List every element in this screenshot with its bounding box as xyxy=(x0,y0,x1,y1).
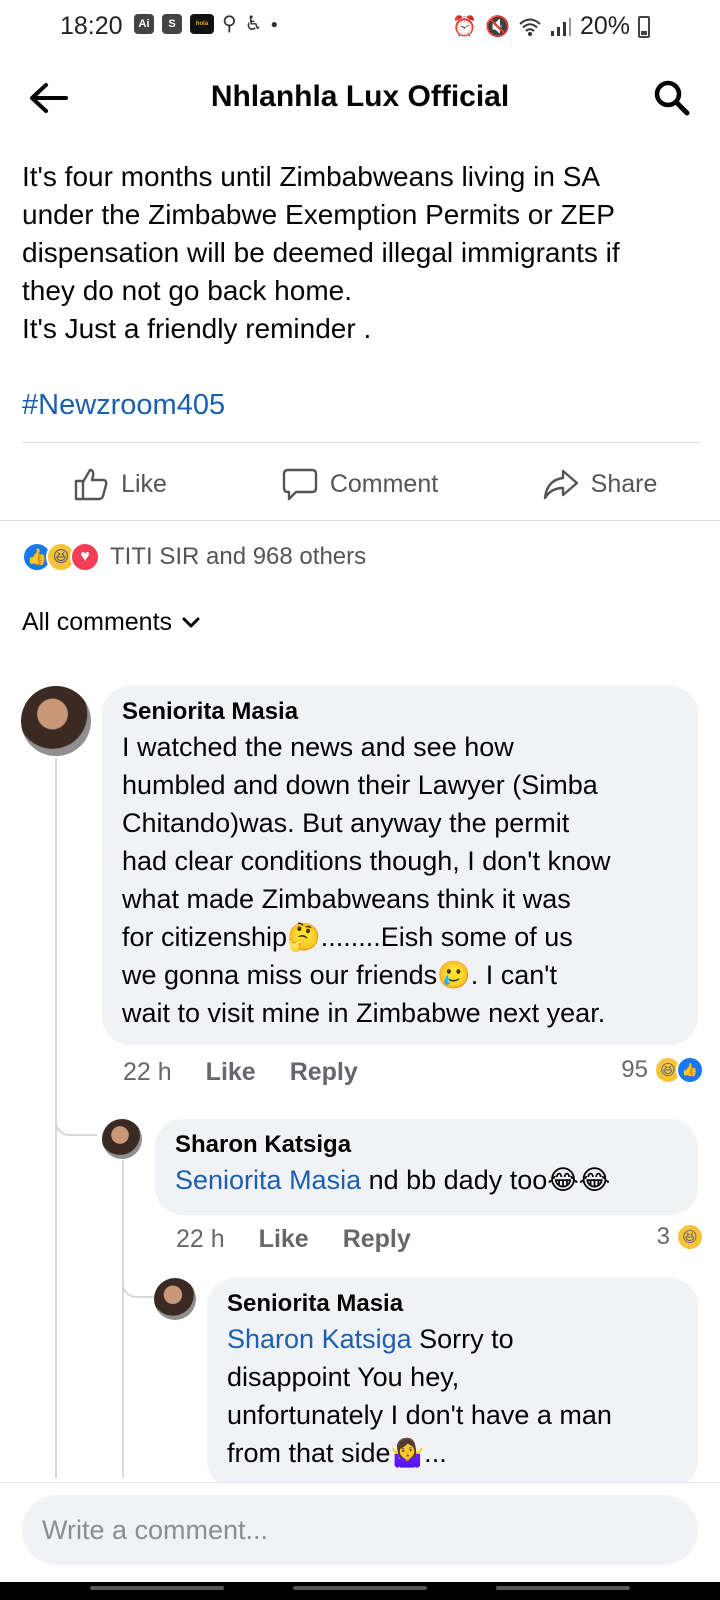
comment-icon xyxy=(282,468,318,501)
avatar[interactable] xyxy=(102,1119,142,1159)
comment-reactions[interactable]: 95 😆 👍 xyxy=(621,1056,704,1084)
thread-connector xyxy=(55,1096,97,1136)
wifi-icon xyxy=(519,18,541,36)
share-button[interactable]: Share xyxy=(480,452,720,516)
thread-line xyxy=(122,1160,124,1478)
accessibility-icon: ♿ xyxy=(244,13,263,35)
comments-filter-label: All comments xyxy=(22,608,173,636)
mention-link[interactable]: Sharon Katsiga xyxy=(227,1324,412,1354)
comment-author[interactable]: Seniorita Masia xyxy=(122,698,678,726)
divider xyxy=(22,442,700,443)
reactions-summary[interactable]: 👍 😆 ♥ TITI SIR and 968 others xyxy=(22,542,366,572)
chevron-down-icon xyxy=(182,617,200,627)
reply-like-button[interactable]: Like xyxy=(259,1225,309,1254)
system-icons: ⏰ 🔇 20% xyxy=(452,12,650,41)
battery-icon xyxy=(638,15,650,38)
hashtag-link[interactable]: #Newzroom405 xyxy=(22,389,225,422)
post-body: It's four months until Zimbabweans livin… xyxy=(22,161,620,344)
search-icon xyxy=(654,80,690,116)
reply-author[interactable]: Seniorita Masia xyxy=(227,1290,678,1318)
comment-time: 22 h xyxy=(123,1058,172,1086)
reply-text: Sharon Katsiga Sorry to disappoint You h… xyxy=(227,1320,678,1472)
thumbs-up-icon xyxy=(74,468,108,501)
system-nav-bar xyxy=(0,1582,720,1600)
comment-input[interactable] xyxy=(22,1495,698,1565)
reply-reply-button[interactable]: Reply xyxy=(343,1225,411,1254)
notification-icons: Ai S hola ⚲ ♿ ● xyxy=(134,14,278,34)
comment-bubble: Seniorita Masia I watched the news and s… xyxy=(102,686,698,1045)
like-label: Like xyxy=(121,469,167,498)
ai-app-icon: Ai xyxy=(134,14,154,34)
reply-text: Seniorita Masia nd bb dady too😂😂 xyxy=(175,1161,678,1199)
post-actions: Like Comment Share xyxy=(0,452,720,516)
comment-label: Comment xyxy=(329,469,439,498)
nav-home-handle[interactable] xyxy=(293,1586,427,1590)
comments-filter-dropdown[interactable]: All comments xyxy=(22,608,200,637)
comment-composer xyxy=(0,1482,720,1582)
like-button[interactable]: Like xyxy=(0,452,240,516)
reply-author[interactable]: Sharon Katsiga xyxy=(175,1131,678,1159)
comment-button[interactable]: Comment xyxy=(240,452,480,516)
more-dot-icon: ● xyxy=(270,17,278,31)
comment-reaction-icons: 😆 👍 xyxy=(654,1056,704,1084)
share-label: Share xyxy=(590,469,658,498)
status-bar: 18:20 Ai S hola ⚲ ♿ ● ⏰ 🔇 20% xyxy=(0,0,720,52)
like-reaction-icon: 👍 xyxy=(676,1056,704,1084)
alarm-icon: ⏰ xyxy=(452,15,478,38)
reaction-icons: 👍 😆 ♥ xyxy=(22,542,100,572)
signal-icon xyxy=(550,17,571,36)
comment-meta: 22 h Like Reply xyxy=(123,1058,358,1087)
post-text: It's four months until Zimbabweans livin… xyxy=(22,158,702,348)
thread-connector xyxy=(122,1262,154,1298)
page-title: Nhlanhla Lux Official xyxy=(210,80,510,113)
reply-body: nd bb dady too😂😂 xyxy=(361,1165,611,1195)
mute-icon: 🔇 xyxy=(485,15,510,38)
s-app-icon: S xyxy=(162,14,182,34)
status-time: 18:20 xyxy=(60,12,123,40)
comment-reply-button[interactable]: Reply xyxy=(290,1058,358,1087)
share-icon xyxy=(543,469,578,500)
location-icon: ⚲ xyxy=(222,13,237,35)
hola-app-icon: hola xyxy=(190,14,214,34)
reply-meta: 22 h Like Reply xyxy=(176,1225,411,1254)
reply-bubble: Seniorita Masia Sharon Katsiga Sorry to … xyxy=(207,1278,698,1488)
reply-reactions[interactable]: 3 😆 xyxy=(656,1223,704,1251)
avatar[interactable] xyxy=(21,686,91,756)
reply-bubble: Sharon Katsiga Seniorita Masia nd bb dad… xyxy=(155,1119,698,1215)
avatar[interactable] xyxy=(154,1278,196,1320)
comment-like-button[interactable]: Like xyxy=(206,1058,256,1087)
search-button[interactable] xyxy=(650,76,694,120)
nav-back-handle[interactable] xyxy=(496,1586,630,1590)
reaction-count: 95 xyxy=(621,1056,648,1083)
comment-text: I watched the news and see how humbled a… xyxy=(122,732,611,1028)
reaction-count: 3 xyxy=(656,1223,670,1250)
love-reaction-icon: ♥ xyxy=(70,542,100,572)
haha-reaction-icon: 😆 xyxy=(676,1223,704,1251)
reactions-text: TITI SIR and 968 others xyxy=(110,543,367,570)
nav-recent-handle[interactable] xyxy=(90,1586,224,1590)
mention-link[interactable]: Seniorita Masia xyxy=(175,1165,361,1195)
battery-percent: 20% xyxy=(579,12,630,40)
reply-time: 22 h xyxy=(176,1225,225,1253)
divider xyxy=(0,520,720,521)
app-header: Nhlanhla Lux Official xyxy=(0,62,720,134)
